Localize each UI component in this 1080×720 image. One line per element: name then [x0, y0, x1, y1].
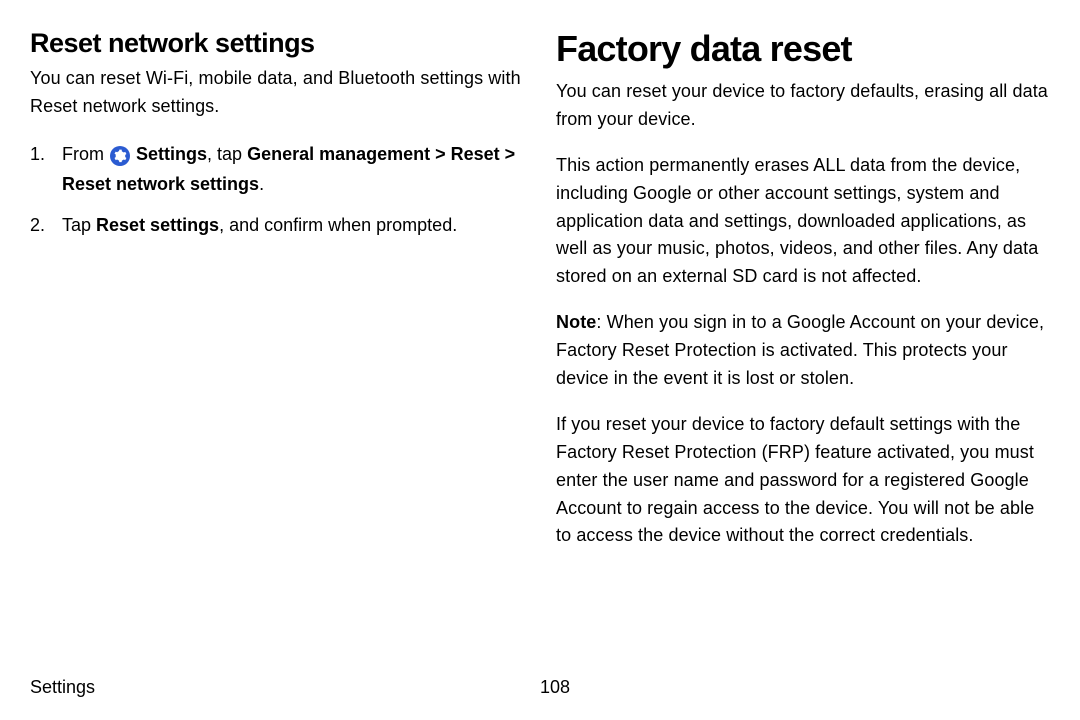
- right-column: Factory data reset You can reset your de…: [556, 28, 1050, 668]
- step-1: From Settings, tap General management > …: [30, 139, 524, 200]
- reset-network-heading: Reset network settings: [30, 28, 524, 59]
- page-footer: Settings 108: [30, 677, 1050, 698]
- factory-reset-heading: Factory data reset: [556, 28, 1050, 70]
- footer-section-label: Settings: [30, 677, 540, 698]
- step2-post: , and confirm when prompted.: [219, 215, 457, 235]
- step1-post: .: [259, 174, 264, 194]
- note-label: Note: [556, 312, 596, 332]
- step1-mid: , tap: [207, 144, 247, 164]
- factory-p1: You can reset your device to factory def…: [556, 78, 1050, 134]
- step1-pre: From: [62, 144, 109, 164]
- factory-p2: This action permanently erases ALL data …: [556, 152, 1050, 291]
- steps-list: From Settings, tap General management > …: [30, 139, 524, 241]
- step2-pre: Tap: [62, 215, 96, 235]
- factory-p3-rest: : When you sign in to a Google Account o…: [556, 312, 1044, 388]
- reset-network-intro: You can reset Wi-Fi, mobile data, and Bl…: [30, 65, 524, 121]
- left-column: Reset network settings You can reset Wi-…: [30, 28, 524, 668]
- step1-path: General management > Reset > Reset netwo…: [62, 144, 515, 195]
- step-2: Tap Reset settings, and confirm when pro…: [30, 210, 524, 241]
- step2-bold: Reset settings: [96, 215, 219, 235]
- factory-p4: If you reset your device to factory defa…: [556, 411, 1050, 550]
- step1-settings: Settings: [136, 144, 207, 164]
- settings-gear-icon: [110, 146, 130, 166]
- factory-p3: Note: When you sign in to a Google Accou…: [556, 309, 1050, 393]
- footer-page-number: 108: [540, 677, 570, 698]
- page-columns: Reset network settings You can reset Wi-…: [30, 28, 1050, 668]
